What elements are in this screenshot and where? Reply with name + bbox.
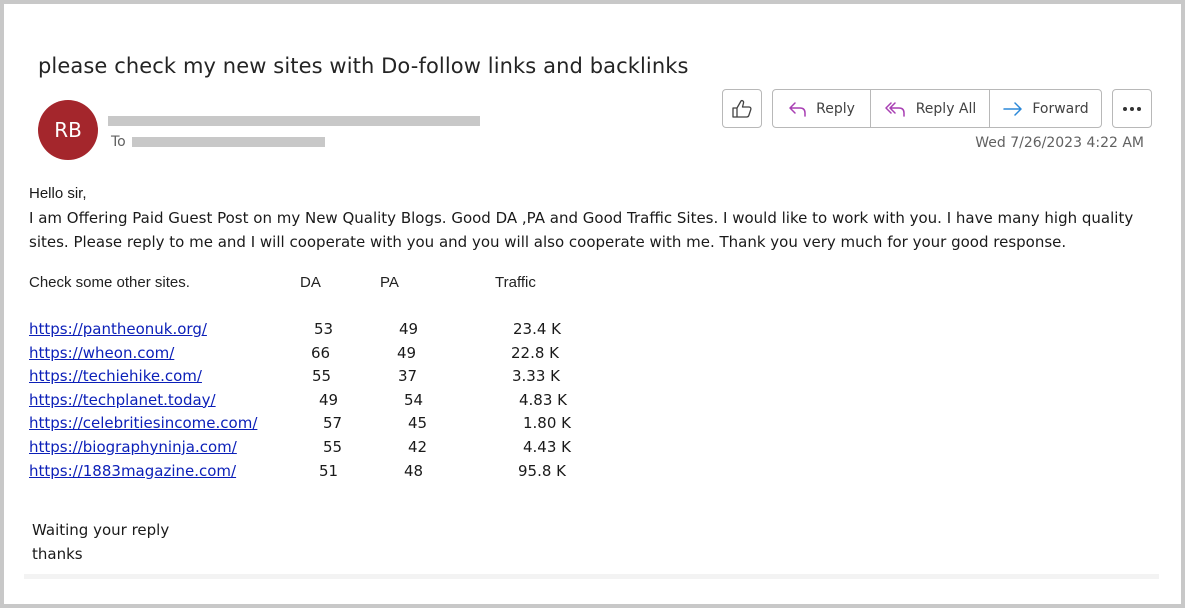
site-link[interactable]: https://techplanet.today/ (29, 391, 216, 409)
reply-all-label: Reply All (915, 100, 977, 117)
message-divider (24, 574, 1159, 579)
table-row: https://1883magazine.com/ 51 48 95.8 K (29, 462, 729, 486)
thumbs-up-icon (732, 99, 752, 118)
site-link[interactable]: https://wheon.com/ (29, 344, 174, 362)
sites-table-header: Check some other sites. DA PA Traffic (29, 274, 629, 296)
pa-value: 42 (408, 437, 428, 456)
closing-line-1: Waiting your reply (32, 521, 170, 539)
traffic-value: 22.8 K (511, 343, 560, 362)
sender-initials: RB (54, 118, 82, 142)
traffic-value: 95.8 K (518, 461, 567, 480)
signature: Waiting your reply thanks (32, 518, 169, 566)
pa-value: 49 (399, 320, 419, 338)
body-paragraph: I am Offering Paid Guest Post on my New … (29, 209, 1134, 251)
site-link[interactable]: https://pantheonuk.org/ (29, 320, 207, 338)
site-link[interactable]: https://1883magazine.com/ (29, 462, 236, 480)
pa-value: 45 (408, 414, 428, 433)
header-da: DA (300, 274, 321, 291)
da-value: 55 (323, 437, 343, 456)
like-button[interactable] (722, 89, 762, 128)
header-traffic: Traffic (495, 274, 536, 291)
da-value: 49 (319, 390, 339, 409)
forward-label: Forward (1032, 100, 1089, 117)
reply-icon (789, 101, 806, 117)
table-row: https://techplanet.today/ 49 54 4.83 K (29, 391, 729, 415)
to-label: To (111, 134, 126, 150)
table-row: https://wheon.com/ 66 49 22.8 K (29, 344, 729, 368)
forward-button[interactable]: Forward (989, 90, 1101, 127)
email-subject: please check my new sites with Do-follow… (38, 54, 689, 78)
traffic-value: 4.43 K (523, 437, 572, 456)
table-row: https://techiehike.com/ 55 37 3.33 K (29, 367, 729, 391)
email-body: Hello sir, I am Offering Paid Guest Post… (29, 182, 1149, 254)
more-actions-button[interactable] (1112, 89, 1152, 128)
traffic-value: 1.80 K (523, 414, 572, 433)
reply-actions-group: Reply Reply All Forward (772, 89, 1102, 128)
forward-arrow-icon (1003, 101, 1023, 116)
reply-all-button[interactable]: Reply All (870, 90, 989, 127)
traffic-value: 4.83 K (519, 390, 568, 409)
site-link[interactable]: https://celebritiesincome.com/ (29, 414, 257, 432)
da-value: 53 (314, 320, 334, 338)
da-value: 55 (312, 367, 332, 386)
table-intro: Check some other sites. (29, 274, 190, 291)
traffic-value: 3.33 K (512, 367, 561, 386)
da-value: 66 (311, 343, 331, 362)
pa-value: 54 (404, 390, 424, 409)
closing-line-2: thanks (32, 545, 83, 563)
site-link[interactable]: https://biographyninja.com/ (29, 438, 237, 456)
email-reading-pane: please check my new sites with Do-follow… (0, 0, 1185, 608)
reply-label: Reply (816, 100, 855, 117)
site-link[interactable]: https://techiehike.com/ (29, 367, 202, 385)
pa-value: 48 (404, 461, 424, 480)
traffic-value: 23.4 K (513, 320, 562, 338)
pa-value: 49 (397, 343, 417, 362)
da-value: 51 (319, 461, 339, 480)
sender-avatar[interactable]: RB (38, 100, 98, 160)
sites-table: https://pantheonuk.org/ 53 49 23.4 K htt… (29, 320, 729, 485)
reply-all-icon (884, 101, 905, 117)
pa-value: 37 (398, 367, 418, 386)
header-pa: PA (380, 274, 399, 291)
table-row: https://pantheonuk.org/ 53 49 23.4 K (29, 320, 729, 344)
table-row: https://biographyninja.com/ 55 42 4.43 K (29, 438, 729, 462)
recipient-redacted[interactable] (132, 137, 325, 147)
sender-redacted[interactable] (108, 116, 480, 126)
table-row: https://celebritiesincome.com/ 57 45 1.8… (29, 414, 729, 438)
received-timestamp: Wed 7/26/2023 4:22 AM (975, 135, 1144, 151)
greeting: Hello sir, (29, 185, 87, 202)
more-options-icon (1123, 106, 1141, 111)
reply-button[interactable]: Reply (773, 90, 870, 127)
da-value: 57 (323, 414, 343, 433)
